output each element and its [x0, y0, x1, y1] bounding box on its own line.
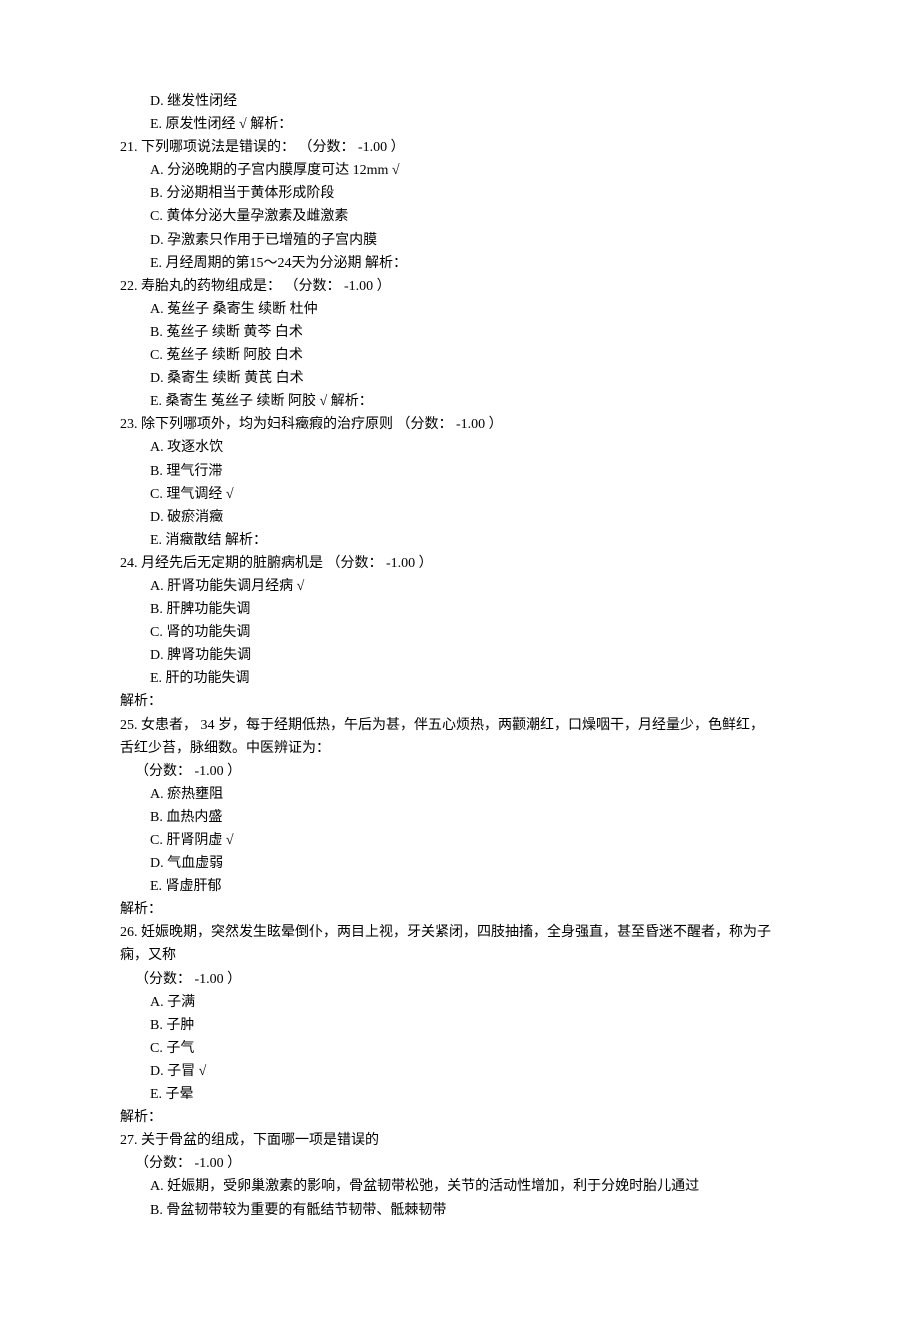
option-c: C. 黄体分泌大量孕激素及雌激素: [120, 205, 795, 228]
question-25-stem-cont: 舌红少苔，脉细数。中医辨证为：: [120, 737, 795, 760]
option-d: D. 脾肾功能失调: [120, 644, 795, 667]
option-a: A. 分泌晚期的子宫内膜厚度可达 12mm √: [120, 159, 795, 182]
option-a: A. 瘀热壅阻: [120, 783, 795, 806]
option-a: A. 菟丝子 桑寄生 续断 杜仲: [120, 298, 795, 321]
option-c: C. 子气: [120, 1037, 795, 1060]
option-a: A. 攻逐水饮: [120, 436, 795, 459]
option-b: B. 子肿: [120, 1014, 795, 1037]
option-b: B. 理气行滞: [120, 460, 795, 483]
option-e: E. 子晕: [120, 1083, 795, 1106]
question-22-stem: 22. 寿胎丸的药物组成是： （分数： -1.00 ）: [120, 275, 795, 298]
question-21-stem: 21. 下列哪项说法是错误的： （分数： -1.00 ）: [120, 136, 795, 159]
analysis-label: 解析：: [120, 690, 795, 713]
analysis-label: 解析：: [120, 1106, 795, 1129]
option-b: B. 骨盆韧带较为重要的有骶结节韧带、骶棘韧带: [120, 1199, 795, 1222]
option-c: C. 菟丝子 续断 阿胶 白术: [120, 344, 795, 367]
option-e: E. 桑寄生 菟丝子 续断 阿胶 √ 解析：: [120, 390, 795, 413]
option-e: E. 消癥散结 解析：: [120, 529, 795, 552]
question-26-stem-cont: 痫，又称: [120, 944, 795, 967]
option-e: E. 肾虚肝郁: [120, 875, 795, 898]
option-c: C. 理气调经 √: [120, 483, 795, 506]
option-b: B. 血热内盛: [120, 806, 795, 829]
option-d: D. 桑寄生 续断 黄芪 白术: [120, 367, 795, 390]
option-b: B. 菟丝子 续断 黄芩 白术: [120, 321, 795, 344]
option-e: E. 肝的功能失调: [120, 667, 795, 690]
option-d: D. 气血虚弱: [120, 852, 795, 875]
option-b: B. 分泌期相当于黄体形成阶段: [120, 182, 795, 205]
option-e: E. 原发性闭经 √ 解析：: [120, 113, 795, 136]
analysis-label: 解析：: [120, 898, 795, 921]
option-b: B. 肝脾功能失调: [120, 598, 795, 621]
option-d: D. 孕激素只作用于已增殖的子宫内膜: [120, 229, 795, 252]
question-23-stem: 23. 除下列哪项外，均为妇科癥瘕的治疗原则 （分数： -1.00 ）: [120, 413, 795, 436]
question-24-stem: 24. 月经先后无定期的脏腑病机是 （分数： -1.00 ）: [120, 552, 795, 575]
question-25-stem: 25. 女患者， 34 岁，每于经期低热，午后为甚，伴五心烦热，两颧潮红，口燥咽…: [120, 714, 795, 737]
question-27-stem: 27. 关于骨盆的组成，下面哪一项是错误的: [120, 1129, 795, 1152]
score-line: （分数： -1.00 ）: [120, 968, 795, 991]
option-c: C. 肝肾阴虚 √: [120, 829, 795, 852]
option-d: D. 破瘀消癥: [120, 506, 795, 529]
option-d: D. 子冒 √: [120, 1060, 795, 1083]
question-26-stem: 26. 妊娠晚期，突然发生眩晕倒仆，两目上视，牙关紧闭，四肢抽搐，全身强直，甚至…: [120, 921, 795, 944]
option-c: C. 肾的功能失调: [120, 621, 795, 644]
option-e: E. 月经周期的第15～24天为分泌期 解析：: [120, 252, 795, 275]
option-a: A. 子满: [120, 991, 795, 1014]
option-a: A. 妊娠期，受卵巢激素的影响，骨盆韧带松弛，关节的活动性增加，利于分娩时胎儿通…: [120, 1175, 795, 1198]
option-a: A. 肝肾功能失调月经病 √: [120, 575, 795, 598]
score-line: （分数： -1.00 ）: [120, 1152, 795, 1175]
score-line: （分数： -1.00 ）: [120, 760, 795, 783]
option-d: D. 继发性闭经: [120, 90, 795, 113]
document-page: D. 继发性闭经E. 原发性闭经 √ 解析：21. 下列哪项说法是错误的： （分…: [120, 90, 795, 1222]
